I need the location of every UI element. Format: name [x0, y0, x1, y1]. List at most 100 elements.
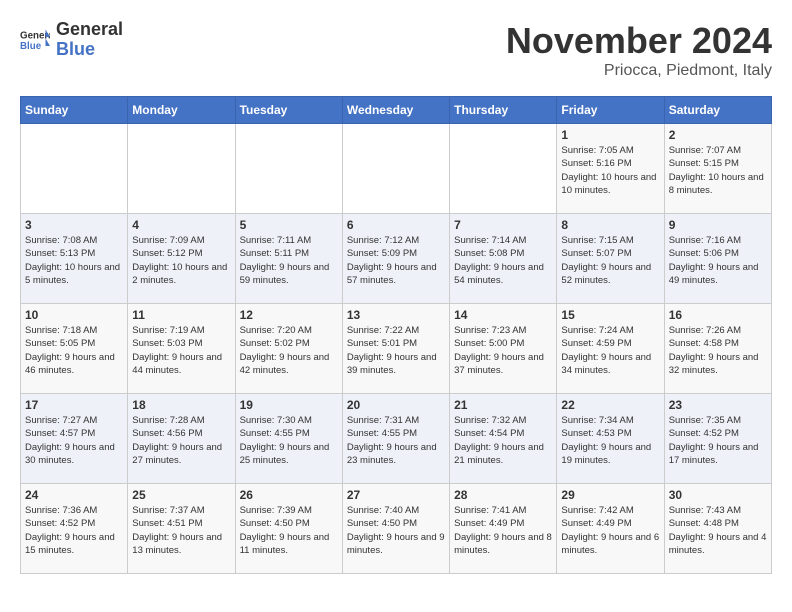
calendar-cell: 21Sunrise: 7:32 AM Sunset: 4:54 PM Dayli…: [450, 394, 557, 484]
calendar-cell: [450, 124, 557, 214]
day-info: Sunrise: 7:26 AM Sunset: 4:58 PM Dayligh…: [669, 324, 767, 377]
calendar-cell: 23 Sunrise: 7:35 AM Sunset: 4:52 PM Dayli…: [664, 394, 771, 484]
calendar-header: SundayMondayTuesdayWednesdayThursdayFrid…: [21, 97, 772, 124]
weekday-header-monday: Monday: [128, 97, 235, 124]
day-number: 15: [561, 308, 659, 322]
calendar-cell: 18Sunrise: 7:28 AM Sunset: 4:56 PM Dayli…: [128, 394, 235, 484]
calendar-body: 1Sunrise: 7:05 AM Sunset: 5:16 PM Daylig…: [21, 124, 772, 574]
calendar-cell: 29 Sunrise: 7:42 AM Sunset: 4:49 PM Dayli…: [557, 484, 664, 574]
calendar-table: SundayMondayTuesdayWednesdayThursdayFrid…: [20, 96, 772, 574]
day-number: 8: [561, 218, 659, 232]
calendar-cell: 30 Sunrise: 7:43 AM Sunset: 4:48 PM Dayli…: [664, 484, 771, 574]
day-info: Sunrise: 7:28 AM Sunset: 4:56 PM Dayligh…: [132, 414, 230, 467]
calendar-cell: 14Sunrise: 7:23 AM Sunset: 5:00 PM Dayli…: [450, 304, 557, 394]
weekday-header-friday: Friday: [557, 97, 664, 124]
day-number: 26: [240, 488, 338, 502]
day-info: Sunrise: 7:11 AM Sunset: 5:11 PM Dayligh…: [240, 234, 338, 287]
weekday-header-row: SundayMondayTuesdayWednesdayThursdayFrid…: [21, 97, 772, 124]
logo-blue-text: Blue: [56, 40, 123, 60]
calendar-cell: 2 Sunrise: 7:07 AM Sunset: 5:15 PM Daylig…: [664, 124, 771, 214]
day-info: Sunrise: 7:41 AM Sunset: 4:49 PM Dayligh…: [454, 504, 552, 557]
weekday-header-wednesday: Wednesday: [342, 97, 449, 124]
calendar-cell: 11 Sunrise: 7:19 AM Sunset: 5:03 PM Dayli…: [128, 304, 235, 394]
day-number: 9: [669, 218, 767, 232]
calendar-cell: 15 Sunrise: 7:24 AM Sunset: 4:59 PM Dayli…: [557, 304, 664, 394]
day-number: 19: [240, 398, 338, 412]
calendar-cell: 26Sunrise: 7:39 AM Sunset: 4:50 PM Dayli…: [235, 484, 342, 574]
day-number: 5: [240, 218, 338, 232]
day-number: 30: [669, 488, 767, 502]
day-info: Sunrise: 7:20 AM Sunset: 5:02 PM Dayligh…: [240, 324, 338, 377]
day-info: Sunrise: 7:22 AM Sunset: 5:01 PM Dayligh…: [347, 324, 445, 377]
day-number: 16: [669, 308, 767, 322]
calendar-cell: 16 Sunrise: 7:26 AM Sunset: 4:58 PM Dayli…: [664, 304, 771, 394]
calendar-cell: 8 Sunrise: 7:15 AM Sunset: 5:07 PM Daylig…: [557, 214, 664, 304]
day-info: Sunrise: 7:37 AM Sunset: 4:51 PM Dayligh…: [132, 504, 230, 557]
calendar-cell: 10 Sunrise: 7:18 AM Sunset: 5:05 PM Dayli…: [21, 304, 128, 394]
page-header: General Blue General Blue November 2024 …: [20, 20, 772, 80]
day-number: 2: [669, 128, 767, 142]
day-info: Sunrise: 7:35 AM Sunset: 4:52 PM Dayligh…: [669, 414, 767, 467]
calendar-cell: 6Sunrise: 7:12 AM Sunset: 5:09 PM Daylig…: [342, 214, 449, 304]
day-number: 22: [561, 398, 659, 412]
calendar-cell: [21, 124, 128, 214]
calendar-week-row: 1Sunrise: 7:05 AM Sunset: 5:16 PM Daylig…: [21, 124, 772, 214]
day-number: 12: [240, 308, 338, 322]
day-info: Sunrise: 7:27 AM Sunset: 4:57 PM Dayligh…: [25, 414, 123, 467]
day-number: 13: [347, 308, 445, 322]
calendar-cell: 7Sunrise: 7:14 AM Sunset: 5:08 PM Daylig…: [450, 214, 557, 304]
day-number: 20: [347, 398, 445, 412]
calendar-cell: 28 Sunrise: 7:41 AM Sunset: 4:49 PM Dayli…: [450, 484, 557, 574]
calendar-cell: 5 Sunrise: 7:11 AM Sunset: 5:11 PM Daylig…: [235, 214, 342, 304]
day-info: Sunrise: 7:16 AM Sunset: 5:06 PM Dayligh…: [669, 234, 767, 287]
day-number: 4: [132, 218, 230, 232]
day-info: Sunrise: 7:09 AM Sunset: 5:12 PM Dayligh…: [132, 234, 230, 287]
day-info: Sunrise: 7:24 AM Sunset: 4:59 PM Dayligh…: [561, 324, 659, 377]
calendar-cell: 20 Sunrise: 7:31 AM Sunset: 4:55 PM Dayli…: [342, 394, 449, 484]
calendar-cell: [342, 124, 449, 214]
weekday-header-thursday: Thursday: [450, 97, 557, 124]
calendar-cell: 17 Sunrise: 7:27 AM Sunset: 4:57 PM Dayli…: [21, 394, 128, 484]
day-number: 10: [25, 308, 123, 322]
day-info: Sunrise: 7:07 AM Sunset: 5:15 PM Dayligh…: [669, 144, 767, 197]
day-info: Sunrise: 7:30 AM Sunset: 4:55 PM Dayligh…: [240, 414, 338, 467]
day-number: 3: [25, 218, 123, 232]
day-info: Sunrise: 7:31 AM Sunset: 4:55 PM Dayligh…: [347, 414, 445, 467]
title-block: November 2024 Priocca, Piedmont, Italy: [506, 20, 772, 80]
weekday-header-saturday: Saturday: [664, 97, 771, 124]
month-title: November 2024: [506, 20, 772, 62]
day-info: Sunrise: 7:32 AM Sunset: 4:54 PM Dayligh…: [454, 414, 552, 467]
logo-icon: General Blue: [20, 28, 50, 52]
day-info: Sunrise: 7:08 AM Sunset: 5:13 PM Dayligh…: [25, 234, 123, 287]
day-info: Sunrise: 7:19 AM Sunset: 5:03 PM Dayligh…: [132, 324, 230, 377]
calendar-week-row: 24Sunrise: 7:36 AM Sunset: 4:52 PM Dayli…: [21, 484, 772, 574]
day-info: Sunrise: 7:12 AM Sunset: 5:09 PM Dayligh…: [347, 234, 445, 287]
calendar-cell: [128, 124, 235, 214]
day-number: 11: [132, 308, 230, 322]
day-info: Sunrise: 7:40 AM Sunset: 4:50 PM Dayligh…: [347, 504, 445, 557]
logo-general-text: General: [56, 20, 123, 40]
day-info: Sunrise: 7:42 AM Sunset: 4:49 PM Dayligh…: [561, 504, 659, 557]
day-number: 23: [669, 398, 767, 412]
calendar-cell: 24Sunrise: 7:36 AM Sunset: 4:52 PM Dayli…: [21, 484, 128, 574]
location-title: Priocca, Piedmont, Italy: [506, 62, 772, 80]
weekday-header-tuesday: Tuesday: [235, 97, 342, 124]
logo: General Blue General Blue: [20, 20, 123, 60]
calendar-cell: 25 Sunrise: 7:37 AM Sunset: 4:51 PM Dayli…: [128, 484, 235, 574]
day-number: 29: [561, 488, 659, 502]
day-info: Sunrise: 7:15 AM Sunset: 5:07 PM Dayligh…: [561, 234, 659, 287]
calendar-cell: 19 Sunrise: 7:30 AM Sunset: 4:55 PM Dayli…: [235, 394, 342, 484]
day-number: 14: [454, 308, 552, 322]
calendar-cell: 1Sunrise: 7:05 AM Sunset: 5:16 PM Daylig…: [557, 124, 664, 214]
day-number: 28: [454, 488, 552, 502]
day-number: 17: [25, 398, 123, 412]
day-info: Sunrise: 7:14 AM Sunset: 5:08 PM Dayligh…: [454, 234, 552, 287]
day-info: Sunrise: 7:05 AM Sunset: 5:16 PM Dayligh…: [561, 144, 659, 197]
day-number: 25: [132, 488, 230, 502]
day-info: Sunrise: 7:18 AM Sunset: 5:05 PM Dayligh…: [25, 324, 123, 377]
day-info: Sunrise: 7:34 AM Sunset: 4:53 PM Dayligh…: [561, 414, 659, 467]
day-info: Sunrise: 7:43 AM Sunset: 4:48 PM Dayligh…: [669, 504, 767, 557]
calendar-cell: 4 Sunrise: 7:09 AM Sunset: 5:12 PM Daylig…: [128, 214, 235, 304]
calendar-week-row: 17 Sunrise: 7:27 AM Sunset: 4:57 PM Dayli…: [21, 394, 772, 484]
weekday-header-sunday: Sunday: [21, 97, 128, 124]
